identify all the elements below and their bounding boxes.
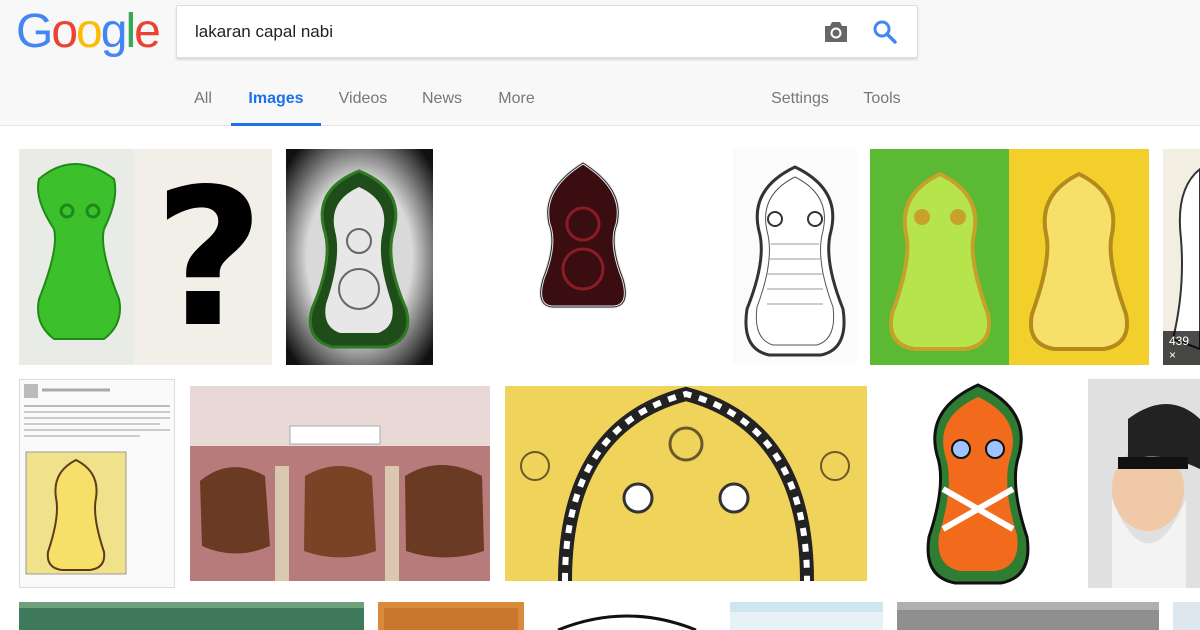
image-result[interactable]: ? [19, 149, 272, 365]
camera-icon[interactable] [822, 19, 850, 45]
green-pattern-image [19, 602, 364, 630]
man-with-sandal-image [1088, 379, 1200, 588]
tab-images[interactable]: Images [231, 80, 321, 126]
image-result[interactable] [897, 602, 1159, 630]
image-result[interactable] [1088, 379, 1200, 588]
tab-tools[interactable]: Tools [855, 80, 909, 126]
image-result[interactable] [19, 379, 175, 588]
museum-sandals-image [190, 386, 490, 581]
image-result[interactable] [881, 379, 1075, 588]
search-tabs: All Images Videos News More Settings Too… [0, 80, 1200, 126]
red-sandal-image [539, 161, 627, 309]
image-result[interactable] [730, 602, 883, 630]
stamp-image [557, 614, 697, 630]
orange-pattern-image [378, 602, 524, 630]
image-result[interactable] [870, 149, 1149, 365]
image-result[interactable] [733, 149, 857, 365]
plaque-image [897, 602, 1159, 630]
image-result[interactable] [190, 386, 490, 581]
image-result[interactable] [286, 149, 433, 365]
tab-videos[interactable]: Videos [330, 80, 396, 126]
image-results-grid: ? 439 × [0, 126, 1200, 630]
green-sandal-image: ? [19, 149, 264, 365]
image-result[interactable] [505, 386, 867, 581]
sketch-sandal-image [744, 165, 846, 357]
colorful-sandal-image [926, 383, 1030, 585]
tab-all[interactable]: All [186, 80, 220, 126]
results-count-badge: 439 × [1163, 331, 1200, 365]
image-result[interactable] [378, 602, 524, 630]
tab-more[interactable]: More [489, 80, 544, 126]
search-box [176, 5, 918, 58]
tab-settings[interactable]: Settings [764, 80, 836, 126]
image-result[interactable] [19, 602, 364, 630]
green-yellow-sandal-image [870, 149, 1149, 365]
image-result[interactable]: 439 × [1163, 149, 1200, 365]
dark-sandal-image [286, 149, 433, 365]
search-icon[interactable] [871, 18, 899, 46]
poster-image [730, 602, 883, 630]
image-result[interactable] [1173, 602, 1200, 630]
yellow-manuscript-image [505, 386, 867, 581]
image-result[interactable] [447, 149, 719, 365]
google-logo[interactable]: Google [16, 4, 161, 60]
image-result[interactable] [538, 602, 716, 630]
header: Google All Images Videos News More Setti… [0, 0, 1200, 126]
facebook-post-image [24, 384, 170, 575]
svg-text:?: ? [154, 149, 264, 365]
search-input[interactable] [195, 6, 795, 57]
tab-news[interactable]: News [413, 80, 471, 126]
